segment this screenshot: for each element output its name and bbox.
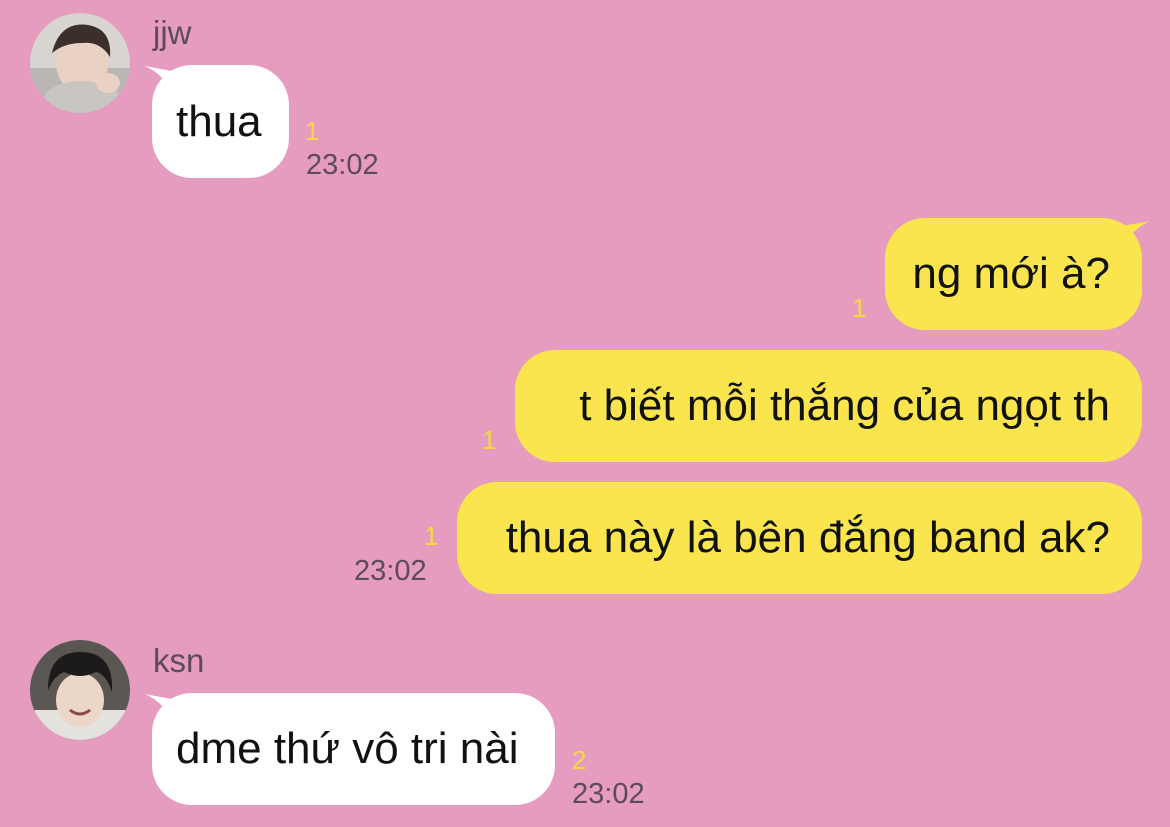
message-bubble[interactable]: ng mới à? xyxy=(885,218,1142,330)
message-text: thua xyxy=(176,96,262,146)
sender-name: jjw xyxy=(153,14,192,51)
unread-count: 2 xyxy=(572,745,587,775)
avatar-ksn[interactable] xyxy=(30,640,130,740)
message-text: t biết mỗi thắng của ngọt th xyxy=(579,381,1110,430)
message-bubble[interactable]: dme thứ vô tri nài xyxy=(152,693,555,805)
message-bubble[interactable]: thua này là bên đắng band ak? xyxy=(457,482,1142,594)
message-text: thua này là bên đắng band ak? xyxy=(505,513,1110,562)
sender-name: ksn xyxy=(153,642,205,679)
message-time: 23:02 xyxy=(306,149,379,181)
unread-count: 1 xyxy=(424,521,439,551)
unread-count: 1 xyxy=(482,425,497,455)
message-text: ng mới à? xyxy=(912,249,1110,298)
message-text: dme thứ vô tri nài xyxy=(176,724,519,773)
chat-thread: jjw thua 1 23:02 ng mới à? 1 t biết mỗi … xyxy=(0,0,1170,827)
unread-count: 1 xyxy=(305,116,320,146)
message-time: 23:02 xyxy=(354,555,427,587)
message-bubble[interactable]: thua xyxy=(152,65,289,178)
avatar-jjw[interactable] xyxy=(30,13,130,113)
message-time: 23:02 xyxy=(572,778,645,810)
message-bubble[interactable]: t biết mỗi thắng của ngọt th xyxy=(515,350,1142,462)
unread-count: 1 xyxy=(852,293,867,323)
